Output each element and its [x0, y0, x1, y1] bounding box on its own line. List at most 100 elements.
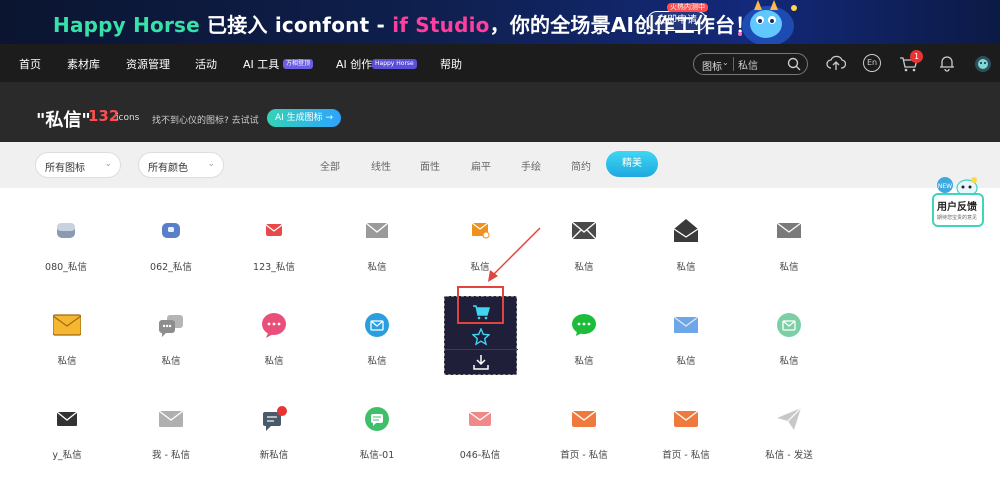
icon-name: 私信 [779, 356, 799, 367]
icon-name: 私信 [574, 262, 594, 273]
style-tab-filled[interactable]: 面性 [420, 158, 440, 173]
icon-card[interactable]: 私信 [229, 311, 319, 391]
annotation-arrow-icon [488, 227, 541, 282]
result-keyword: "私信" [36, 110, 91, 131]
icon-card[interactable]: 首页 - 私信 [641, 405, 731, 485]
icon-card[interactable]: 私信 [539, 217, 629, 297]
style-tab-all[interactable]: 全部 [320, 158, 340, 173]
top-nav: 首页 素材库 资源管理 活动 AI 工具 万相登顶 AI 创作 Happy Ho… [0, 44, 1000, 82]
icon-card[interactable]: 私信 [641, 311, 731, 391]
result-count: 132 [88, 107, 120, 125]
icon-card[interactable]: 私信 [332, 311, 422, 391]
icon-name: 首页 - 私信 [560, 450, 608, 461]
search-input[interactable] [738, 56, 784, 72]
chevron-down-icon: ⌄ [104, 159, 112, 169]
icon-card[interactable]: 私信 [744, 217, 834, 297]
upload-cloud-icon[interactable] [826, 54, 846, 72]
icon-card[interactable]: 私信 - 发送 [744, 405, 834, 485]
ai-tools-tag: 万相登顶 [283, 59, 314, 69]
icon-name: 私信 [367, 262, 387, 273]
search-icon[interactable] [787, 57, 801, 71]
nav-home[interactable]: 首页 [19, 56, 41, 72]
chat-bubbles-icon [159, 315, 183, 337]
envelope-icon [571, 410, 597, 427]
icon-name: 私信 - 发送 [765, 450, 813, 461]
download-button[interactable] [445, 350, 518, 376]
nav-activities[interactable]: 活动 [195, 56, 217, 72]
new-badge-icon: NEW [937, 177, 953, 193]
banner-apply-button[interactable]: 立即申请 [647, 11, 707, 31]
envelope-icon [365, 222, 389, 238]
style-tab-linear[interactable]: 线性 [371, 158, 391, 173]
promo-banner[interactable]: Happy Horse 已接入 iconfont - if Studio，你的全… [0, 0, 1000, 44]
ai-hint-text: 找不到心仪的图标? 去试试 [152, 116, 259, 126]
style-tab-simple[interactable]: 简约 [571, 158, 591, 173]
envelope-icon [468, 411, 492, 426]
icon-card[interactable]: 046-私信 [435, 405, 525, 485]
color-dropdown[interactable]: 所有颜色 ⌄ [138, 152, 224, 178]
chevron-down-icon[interactable]: ⌄ [722, 58, 729, 67]
dropdown-label: 所有颜色 [148, 163, 188, 174]
nav-ai-tools[interactable]: AI 工具 [243, 56, 279, 72]
icon-card[interactable]: 私信 [332, 217, 422, 297]
envelope-icon [53, 314, 81, 336]
favorite-button[interactable] [445, 324, 518, 350]
message-icon [162, 223, 180, 238]
search-box: 图标 ⌄ [693, 53, 808, 75]
wechat-chat-icon [572, 314, 596, 336]
icon-card[interactable]: 私信 [539, 311, 629, 391]
download-icon [473, 355, 489, 370]
annotation-highlight-box [457, 286, 504, 324]
icon-name: 私信 [161, 356, 181, 367]
icon-card[interactable]: 私信 [126, 311, 216, 391]
icon-card[interactable]: 123_私信 [229, 217, 319, 297]
chat-bubble-icon [262, 313, 286, 338]
style-tab-refined[interactable]: 精美 [606, 151, 658, 177]
icon-name: y_私信 [52, 450, 82, 461]
icon-name: 私信-01 [359, 450, 395, 461]
icon-name: 私信 [367, 356, 387, 367]
message-circle-icon [365, 407, 389, 431]
paper-plane-icon [777, 407, 802, 430]
message-icon [57, 223, 75, 238]
envelope-icon [56, 411, 78, 426]
nav-help[interactable]: 帮助 [440, 56, 462, 72]
icon-card[interactable]: 我 - 私信 [126, 405, 216, 485]
new-message-icon [263, 406, 287, 431]
bell-icon[interactable] [938, 54, 956, 72]
ai-generate-button[interactable]: AI 生成图标 → [267, 109, 341, 127]
banner-badge: 火热内测中 [667, 3, 708, 12]
language-toggle[interactable]: En [863, 54, 881, 72]
search-scope-select[interactable]: 图标 [702, 58, 722, 73]
style-tab-handdrawn[interactable]: 手绘 [521, 158, 541, 173]
mail-circle-icon [365, 313, 389, 337]
icon-card[interactable]: 私信 [641, 217, 731, 297]
icon-type-dropdown[interactable]: 所有图标 ⌄ [35, 152, 121, 178]
search-divider [733, 57, 734, 71]
icon-card[interactable]: 首页 - 私信 [539, 405, 629, 485]
result-unit: icons [116, 113, 140, 123]
icon-card[interactable]: 080_私信 [21, 217, 111, 297]
icon-card[interactable]: 私信 [744, 311, 834, 391]
user-feedback-widget[interactable]: NEW 用户反馈 期待您宝贵的意见 [932, 176, 984, 230]
open-envelope-icon [673, 219, 699, 242]
chevron-down-icon: ⌄ [207, 159, 215, 169]
style-tab-flat[interactable]: 扁平 [471, 158, 491, 173]
icon-card[interactable]: 新私信 [229, 405, 319, 485]
nav-resources[interactable]: 资源管理 [126, 56, 170, 72]
icon-name: 080_私信 [45, 262, 87, 273]
icon-name: 046-私信 [459, 450, 501, 461]
user-avatar[interactable] [974, 55, 992, 73]
filter-bar: 所有图标 ⌄ 所有颜色 ⌄ 全部 线性 面性 扁平 手绘 简约 精美 [0, 142, 1000, 188]
feedback-subtitle: 期待您宝贵的意见 [937, 215, 978, 221]
nav-ai-create[interactable]: AI 创作 [336, 56, 372, 72]
icon-card[interactable]: y_私信 [22, 405, 112, 485]
nav-materials[interactable]: 素材库 [67, 56, 100, 72]
new-badge-text: NEW [938, 183, 952, 190]
icon-card[interactable]: 062_私信 [126, 217, 216, 297]
icon-name: 新私信 [259, 450, 289, 461]
icon-card[interactable]: 私信-01 [332, 405, 422, 485]
icon-name: 私信 [57, 356, 77, 367]
icon-card[interactable]: 私信 [22, 311, 112, 391]
feedback-panel: 用户反馈 期待您宝贵的意见 [932, 193, 984, 227]
